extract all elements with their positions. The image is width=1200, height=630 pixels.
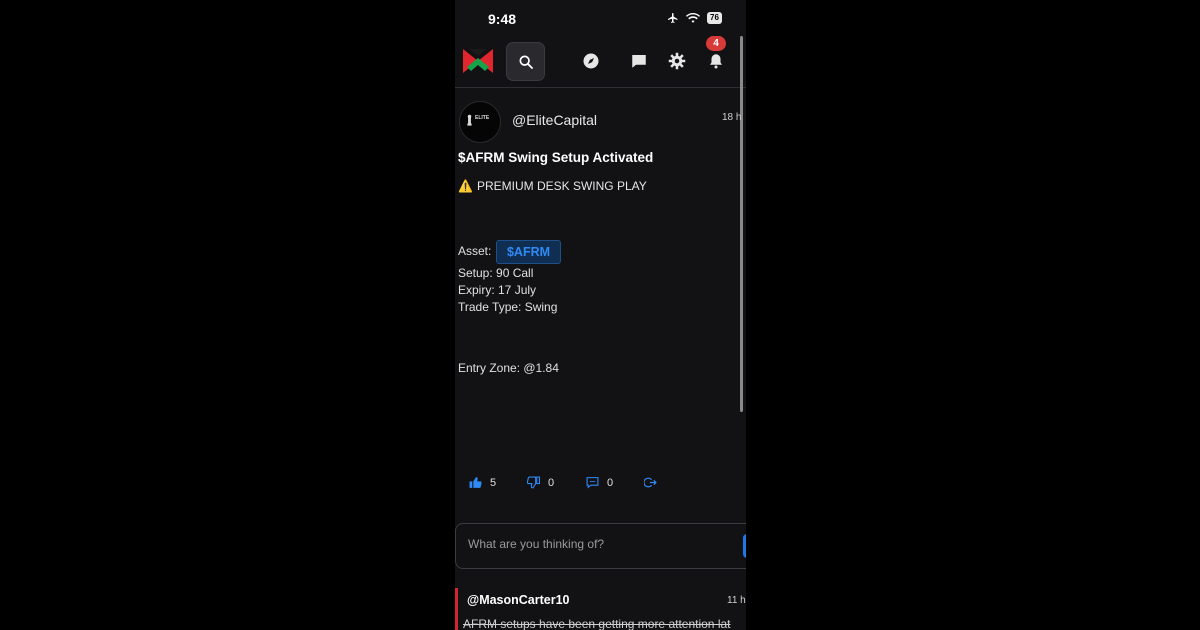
comment-timestamp: 11 h (727, 595, 746, 606)
setup-line: Setup: 90 Call (458, 266, 534, 280)
avatar-label: ELITE (475, 115, 490, 121)
like-button[interactable]: 5 (469, 476, 496, 489)
comment-input[interactable] (466, 536, 730, 552)
comment-accent-bar (455, 588, 458, 630)
send-button[interactable] (743, 534, 746, 558)
asset-label: Asset: (458, 244, 492, 258)
comment-composer (455, 523, 746, 569)
trade-type-line: Trade Type: Swing (458, 300, 558, 314)
battery-indicator: 76 (707, 12, 722, 24)
thumbs-down-icon (527, 476, 540, 489)
share-icon (644, 477, 657, 488)
wifi-icon (686, 12, 700, 23)
chat-icon[interactable] (630, 52, 648, 70)
post-subtitle: ⚠️ PREMIUM DESK SWING PLAY (458, 179, 647, 193)
dislike-button[interactable]: 0 (527, 476, 554, 489)
search-icon (518, 54, 533, 69)
app-logo[interactable] (463, 47, 493, 73)
phone-screen: 9:48 76 4 ELITE @EliteCapital 18 h $AFRM… (455, 0, 746, 630)
top-navigation: 4 (455, 36, 746, 86)
post-subtitle-text: PREMIUM DESK SWING PLAY (476, 179, 647, 193)
dislike-count: 0 (548, 476, 555, 489)
header-divider (455, 87, 746, 88)
airplane-icon (668, 13, 678, 23)
comment-icon (586, 477, 599, 489)
like-count: 5 (490, 476, 497, 489)
post-username[interactable]: @EliteCapital (512, 112, 597, 128)
expiry-line: Expiry: 17 July (458, 283, 537, 297)
entry-zone-line: Entry Zone: @1.84 (458, 361, 559, 375)
scrollbar[interactable] (740, 36, 743, 412)
thumbs-up-icon (469, 477, 482, 488)
post-title: $AFRM Swing Setup Activated (458, 150, 654, 165)
share-button[interactable] (644, 476, 657, 489)
status-time: 9:48 (488, 11, 517, 27)
comment-button[interactable]: 0 (586, 476, 613, 489)
warning-icon: ⚠️ (458, 179, 473, 193)
comment-count: 0 (607, 476, 614, 489)
avatar[interactable]: ELITE (459, 101, 501, 143)
comment-text: AFRM setups have been getting more atten… (463, 617, 731, 630)
avatar-chess-icon (467, 114, 472, 126)
search-button[interactable] (506, 42, 545, 81)
notification-badge: 4 (706, 36, 726, 51)
post-timestamp: 18 h (722, 112, 742, 123)
bell-icon[interactable] (707, 52, 725, 70)
ticker-tag[interactable]: $AFRM (496, 240, 561, 264)
compass-icon[interactable] (582, 52, 600, 70)
status-icons: 76 (667, 12, 722, 24)
comment-username[interactable]: @MasonCarter10 (467, 593, 570, 607)
post-actions: 5 0 0 (455, 474, 746, 494)
gear-icon[interactable] (668, 52, 686, 70)
